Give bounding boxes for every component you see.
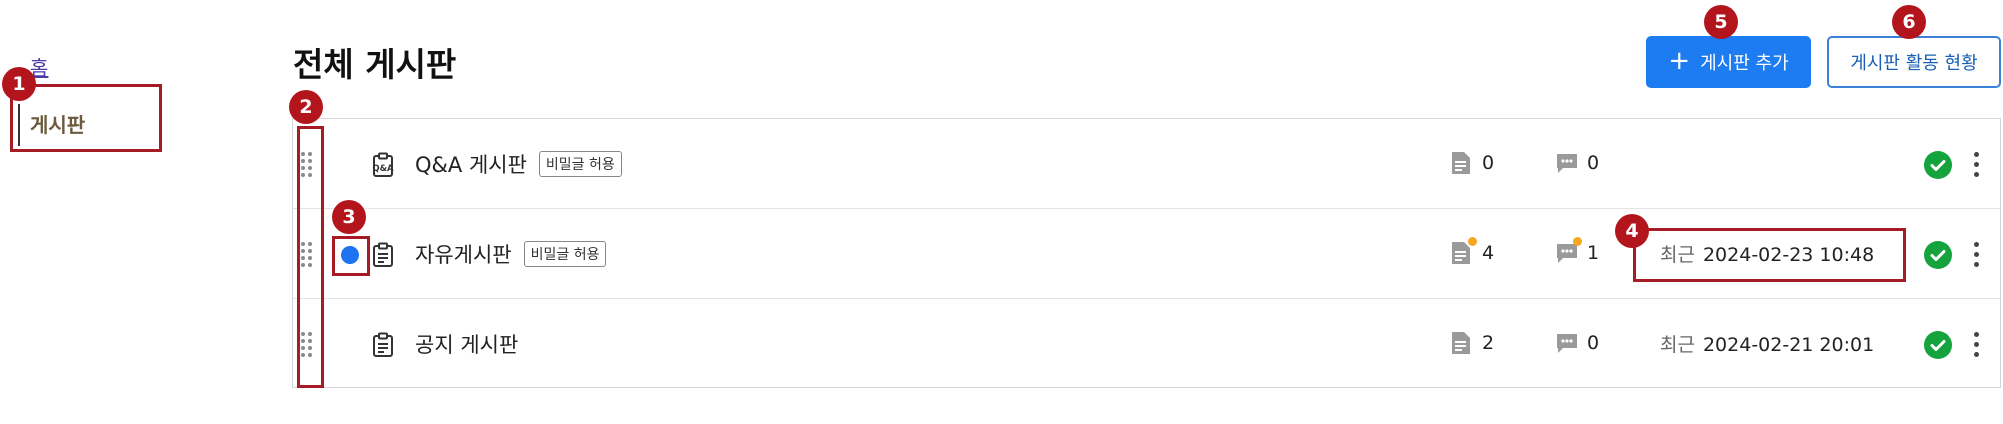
callout-box-sidebar bbox=[10, 84, 162, 152]
new-comment-badge bbox=[1573, 237, 1582, 246]
add-board-label: 게시판 추가 bbox=[1700, 53, 1789, 74]
post-count: 0 bbox=[1450, 151, 1494, 175]
page-title: 전체 게시판 bbox=[293, 45, 457, 84]
status-check-icon bbox=[1924, 151, 1952, 179]
more-options-icon[interactable] bbox=[1969, 239, 1983, 271]
callout-box-drag-handles bbox=[297, 126, 324, 388]
qa-board-icon: Q&A bbox=[372, 152, 394, 177]
comment-icon bbox=[1555, 151, 1579, 175]
document-icon bbox=[1450, 151, 1474, 175]
clipboard-icon bbox=[373, 242, 393, 267]
svg-text:Q&A: Q&A bbox=[372, 164, 394, 174]
callout-box-recent bbox=[1633, 228, 1906, 282]
post-count: 2 bbox=[1450, 331, 1494, 355]
board-name[interactable]: 공지 게시판 bbox=[415, 329, 518, 359]
board-name[interactable]: Q&A 게시판 비밀글 허용 bbox=[415, 149, 622, 179]
post-count: 4 bbox=[1450, 237, 1494, 265]
board-activity-button[interactable]: 게시판 활동 현황 bbox=[1827, 36, 2001, 88]
board-row[interactable]: Q&A Q&A 게시판 비밀글 허용 0 0 bbox=[293, 119, 2000, 209]
more-options-icon[interactable] bbox=[1969, 149, 1983, 181]
callout-number: 6 bbox=[1892, 5, 1926, 39]
new-post-badge bbox=[1468, 237, 1477, 246]
recent-activity: 최근 2024-02-21 20:01 bbox=[1660, 334, 1875, 356]
more-options-icon[interactable] bbox=[1969, 329, 1983, 361]
secret-allowed-badge: 비밀글 허용 bbox=[538, 151, 622, 177]
callout-number: 2 bbox=[289, 90, 323, 124]
clipboard-icon bbox=[373, 332, 393, 357]
document-icon bbox=[1450, 331, 1474, 355]
callout-number: 4 bbox=[1615, 214, 1649, 248]
secret-allowed-badge: 비밀글 허용 bbox=[523, 241, 607, 267]
board-name[interactable]: 자유게시판 비밀글 허용 bbox=[415, 239, 607, 269]
add-board-button[interactable]: + 게시판 추가 bbox=[1646, 36, 1811, 88]
board-row[interactable]: 공지 게시판 2 0 최근 2024-02-21 20:01 bbox=[293, 299, 2000, 389]
comment-icon bbox=[1555, 331, 1579, 355]
status-check-icon bbox=[1924, 331, 1952, 359]
status-check-icon bbox=[1924, 241, 1952, 269]
document-icon bbox=[1450, 237, 1477, 265]
comment-count: 0 bbox=[1555, 151, 1599, 175]
callout-number: 1 bbox=[2, 67, 36, 101]
callout-number: 5 bbox=[1704, 5, 1738, 39]
comment-icon bbox=[1555, 237, 1582, 265]
comment-count: 1 bbox=[1555, 237, 1599, 265]
plus-icon: + bbox=[1668, 46, 1691, 76]
comment-count: 0 bbox=[1555, 331, 1599, 355]
callout-box-unread bbox=[332, 236, 370, 276]
callout-number: 3 bbox=[332, 200, 366, 234]
